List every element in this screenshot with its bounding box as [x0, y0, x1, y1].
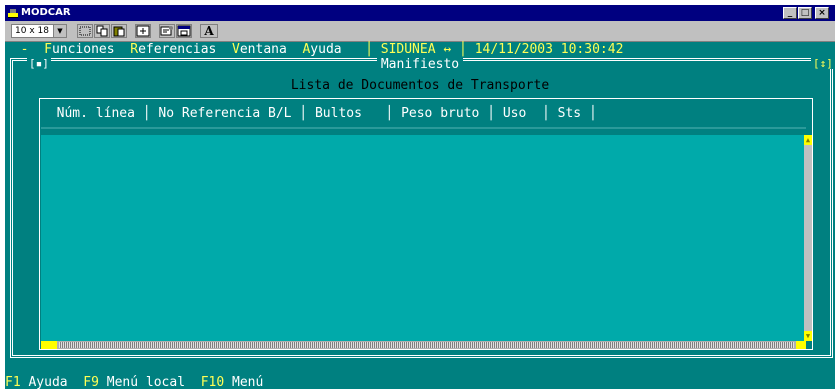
menu-item-ayuda[interactable]: Ayuda — [302, 42, 341, 57]
copy-icon — [96, 25, 108, 37]
app-icon — [8, 9, 18, 18]
minimize-button[interactable]: _ — [783, 7, 797, 19]
system-name: SIDUNEA ↔ — [380, 42, 452, 57]
properties-tool-button[interactable] — [159, 24, 175, 38]
list-rows-area[interactable] — [41, 135, 806, 345]
column-header-line[interactable]: Núm. línea — [57, 106, 135, 121]
menu-item-system[interactable]: - — [21, 42, 29, 57]
scroll-left-icon[interactable] — [41, 341, 57, 349]
font-tool-button[interactable]: A — [200, 24, 218, 38]
column-header-reference[interactable]: No Referencia B/L — [158, 106, 291, 121]
close-window-icon[interactable]: [▪] — [27, 58, 51, 69]
mark-icon — [79, 26, 91, 36]
column-header-row: Núm. línea │ No Referencia B/L │ Bultos … — [41, 100, 806, 127]
maximize-button[interactable]: □ — [798, 7, 812, 19]
list-title: Lista de Documentos de Transporte — [290, 78, 550, 93]
column-header-gross-weight[interactable]: Peso bruto — [401, 106, 479, 121]
window-icon — [177, 25, 191, 37]
chevron-down-icon[interactable]: ▼ — [53, 25, 66, 37]
application-window: MODCAR _ □ × 10 x 18 ▼ A - Funciones Ref… — [5, 5, 835, 389]
column-header-status[interactable]: Sts — [558, 106, 581, 121]
window-title: MODCAR — [21, 7, 71, 18]
frame-title: Manifiesto — [5, 57, 835, 72]
title-bar: MODCAR _ □ × — [5, 5, 835, 21]
column-header-use[interactable]: Uso — [503, 106, 526, 121]
background-tool-button[interactable] — [176, 24, 192, 38]
properties-icon — [160, 26, 173, 36]
key-f1[interactable]: F1 Ayuda — [5, 375, 68, 389]
vertical-scrollbar[interactable]: ▲ ▼ — [804, 135, 812, 341]
menu-item-referencias[interactable]: Referencias — [130, 42, 216, 57]
key-f9[interactable]: F9 Menú local — [83, 375, 185, 389]
menu-item-funciones[interactable]: Funciones — [44, 42, 114, 57]
fullscreen-tool-button[interactable] — [135, 24, 151, 38]
resize-window-icon[interactable]: [↕] — [811, 58, 835, 69]
document-list: Núm. línea │ No Referencia B/L │ Bultos … — [39, 98, 813, 350]
menu-item-ventana[interactable]: Ventana — [232, 42, 287, 57]
function-key-bar: F1 Ayuda F9 Menú local F10 Menú — [5, 375, 835, 389]
scroll-up-icon[interactable]: ▲ — [804, 135, 812, 145]
scroll-right-icon[interactable] — [796, 341, 806, 349]
scroll-track — [59, 342, 794, 348]
toolbar: 10 x 18 ▼ A — [5, 21, 835, 42]
column-header-packages[interactable]: Bultos — [315, 106, 362, 121]
font-size-select[interactable]: 10 x 18 ▼ — [11, 24, 67, 38]
horizontal-scrollbar[interactable] — [41, 341, 806, 349]
paste-tool-button[interactable] — [111, 24, 127, 38]
terminal-screen: - Funciones Referencias Ventana Ayuda │ … — [5, 42, 835, 389]
scroll-down-icon[interactable]: ▼ — [804, 331, 812, 341]
font-size-value: 10 x 18 — [15, 26, 49, 36]
copy-tool-button[interactable] — [94, 24, 110, 38]
key-f10[interactable]: F10 Menú — [201, 375, 264, 389]
fullscreen-icon — [136, 25, 150, 37]
header-divider — [41, 127, 806, 129]
menu-bar: - Funciones Referencias Ventana Ayuda │ … — [5, 42, 835, 57]
datetime: 14/11/2003 10:30:42 — [474, 42, 624, 57]
mark-tool-button[interactable] — [77, 24, 93, 38]
close-button[interactable]: × — [815, 7, 829, 19]
paste-icon — [113, 26, 125, 37]
